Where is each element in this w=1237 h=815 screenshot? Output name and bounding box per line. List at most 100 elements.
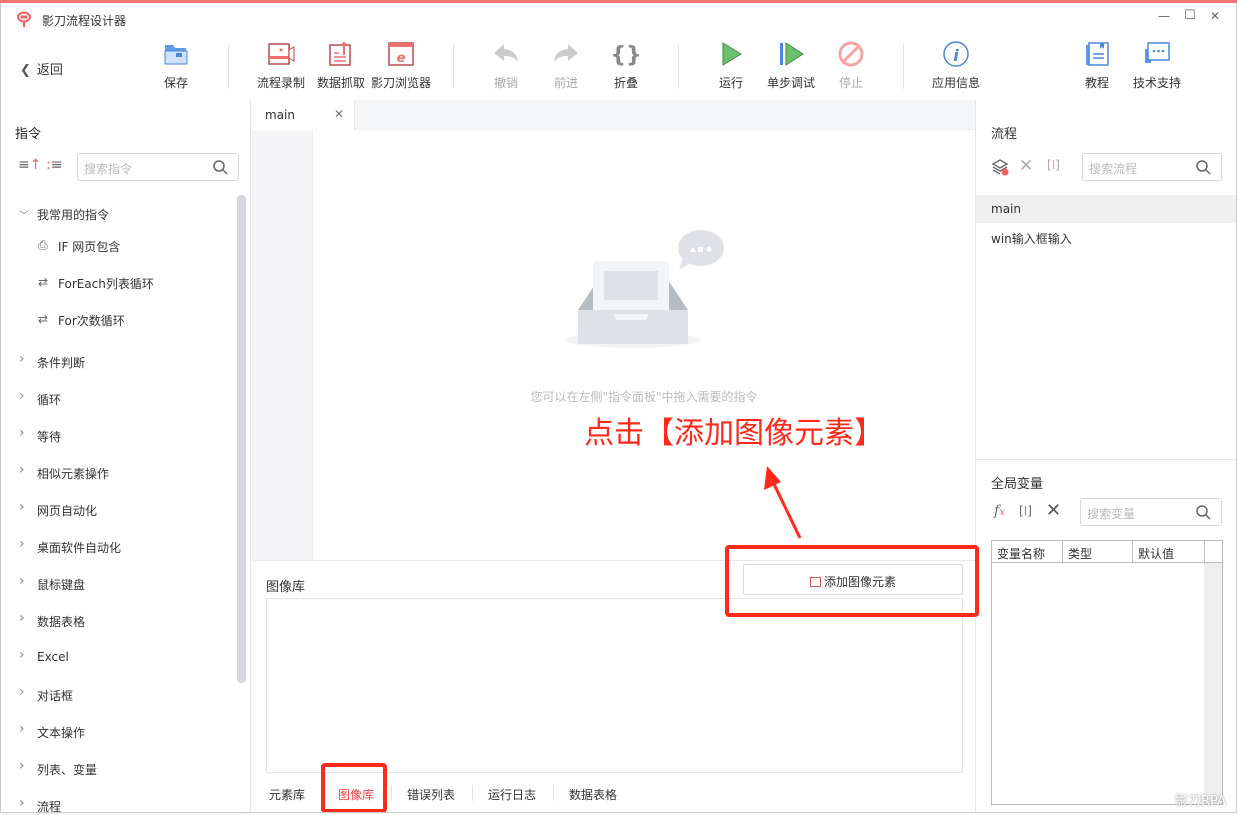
minimize-button[interactable]: —: [1158, 9, 1170, 23]
delete-variable-icon[interactable]: ✕: [1046, 500, 1061, 521]
tab-run-log[interactable]: 运行日志: [488, 786, 536, 803]
command-panel: 指令 ≡↑ :≡ 搜索指令 ﹀ 我常用的指令 ⎙ IF 网页包含 ⇄ ForEach列表循…: [0, 100, 251, 814]
variable-search-input[interactable]: 搜索变量: [1080, 498, 1222, 526]
tab-error-list[interactable]: 错误列表: [407, 786, 455, 803]
editor-tabbar: main ✕: [252, 100, 975, 130]
tab-label: main: [265, 108, 295, 122]
loop-icon: ⇄: [38, 275, 49, 289]
line-gutter: [252, 130, 313, 560]
image-library-list: [266, 598, 963, 773]
chevron-right-icon: ›: [19, 462, 25, 478]
braces-icon: {}: [612, 43, 640, 68]
tab-divider: [472, 785, 473, 801]
toolbar-divider: [453, 44, 454, 89]
empty-hint: 您可以在左侧"指令面板"中拖入需要的指令: [530, 390, 758, 404]
chevron-right-icon: ›: [19, 721, 25, 737]
window-title: 影刀流程设计器: [42, 14, 127, 28]
data-upload-icon: [329, 41, 351, 66]
play-icon: [722, 42, 742, 66]
rename-flow-icon[interactable]: [I]: [1047, 158, 1060, 172]
stop-button[interactable]: 停止: [816, 40, 886, 91]
command-label: 桌面软件自动化: [37, 541, 122, 555]
command-scrollbar[interactable]: [237, 195, 246, 683]
table-header: 变量名称 类型 默认值: [992, 541, 1222, 563]
svg-text:{}: {}: [612, 43, 640, 68]
chevron-right-icon: ›: [19, 351, 25, 367]
close-tab-icon[interactable]: ✕: [334, 107, 344, 121]
command-label: 流程: [37, 800, 62, 814]
web-check-icon: ⎙: [38, 238, 48, 252]
sort-icon[interactable]: ≡↑: [18, 157, 41, 173]
app-info-button[interactable]: i 应用信息: [921, 40, 991, 91]
search-icon: [1196, 505, 1211, 520]
command-search-input[interactable]: 搜索指令: [77, 153, 239, 181]
back-button[interactable]: ❮ 返回: [20, 59, 63, 78]
column-header: 变量名称: [997, 547, 1046, 561]
chevron-right-icon: ›: [19, 499, 25, 515]
command-label: 相似元素操作: [37, 467, 110, 481]
command-label: 我常用的指令: [37, 208, 110, 222]
add-variable-icon[interactable]: fx: [994, 503, 1005, 519]
command-label: ForEach列表循环: [58, 277, 154, 291]
browser-button[interactable]: e 影刀浏览器: [366, 40, 436, 91]
tab-main[interactable]: main ✕: [252, 100, 355, 130]
undo-icon: [494, 44, 518, 62]
fold-button[interactable]: {}折叠: [591, 40, 661, 91]
svg-text:e: e: [397, 51, 406, 66]
chevron-down-icon: ﹀: [19, 211, 29, 222]
chat-icon: [1145, 42, 1170, 63]
info-icon: i: [943, 41, 969, 67]
command-label: For次数循环: [58, 314, 125, 328]
watermark: 影刀RPA: [1175, 794, 1226, 809]
command-label: 条件判断: [37, 356, 86, 370]
rename-variable-icon[interactable]: [I]: [1019, 504, 1032, 518]
tab-element-library[interactable]: 元素库: [269, 786, 305, 803]
maximize-button[interactable]: ☐: [1184, 8, 1196, 23]
image-library-title: 图像库: [266, 580, 306, 595]
svg-text:i: i: [953, 46, 959, 65]
right-panel: 流程 ✕ [I] 搜索流程 main win输入框输入 全局变量 fx [I] …: [975, 100, 1237, 813]
list-view-icon[interactable]: :≡: [46, 157, 62, 173]
command-label: 循环: [37, 393, 62, 407]
command-label: 鼠标键盘: [37, 578, 86, 592]
flow-search-input[interactable]: 搜索流程: [1082, 153, 1222, 181]
delete-flow-icon[interactable]: ✕: [1019, 156, 1033, 176]
command-label: 网页自动化: [37, 504, 98, 518]
search-icon: [213, 160, 228, 175]
search-icon: [1196, 160, 1211, 175]
panel-divider: [976, 459, 1236, 460]
toolbar-divider: [228, 44, 229, 89]
app-logo-icon: [16, 11, 32, 32]
back-label: 返回: [36, 63, 63, 78]
empty-inbox-illustration: [565, 230, 724, 348]
book-icon: [1086, 42, 1109, 66]
browser-icon: e: [388, 42, 414, 66]
chevron-right-icon: ›: [19, 758, 25, 774]
global-vars-title: 全局变量: [991, 477, 1044, 492]
table-scrollbar[interactable]: [1204, 563, 1222, 804]
toolbar-divider: [678, 44, 679, 89]
annotation-arrow: [764, 466, 802, 539]
folder-icon: [164, 45, 188, 65]
command-panel-title: 指令: [15, 127, 42, 142]
chevron-right-icon: ›: [19, 795, 25, 811]
support-button[interactable]: 技术支持: [1122, 40, 1192, 91]
flow-item[interactable]: win输入框输入: [976, 223, 1236, 251]
chevron-left-icon: ❮: [20, 63, 31, 78]
close-window-button[interactable]: ✕: [1210, 9, 1220, 23]
chevron-right-icon: ›: [19, 610, 25, 626]
flow-canvas[interactable]: 您可以在左侧"指令面板"中拖入需要的指令: [313, 130, 975, 560]
tab-data-table[interactable]: 数据表格: [569, 786, 617, 803]
window-accent-bar: [0, 0, 1237, 3]
chevron-right-icon: ›: [19, 425, 25, 441]
save-button[interactable]: 保存: [141, 40, 211, 91]
column-header: 默认值: [1132, 541, 1179, 562]
add-flow-icon[interactable]: [991, 158, 1009, 176]
variables-table: 变量名称 类型 默认值: [991, 540, 1223, 805]
command-label: 等待: [37, 430, 62, 444]
chevron-right-icon: ›: [19, 536, 25, 552]
command-label: 列表、变量: [37, 763, 98, 777]
command-label: 文本操作: [37, 726, 86, 740]
tab-divider: [391, 785, 392, 801]
flow-item-main[interactable]: main: [976, 195, 1236, 223]
